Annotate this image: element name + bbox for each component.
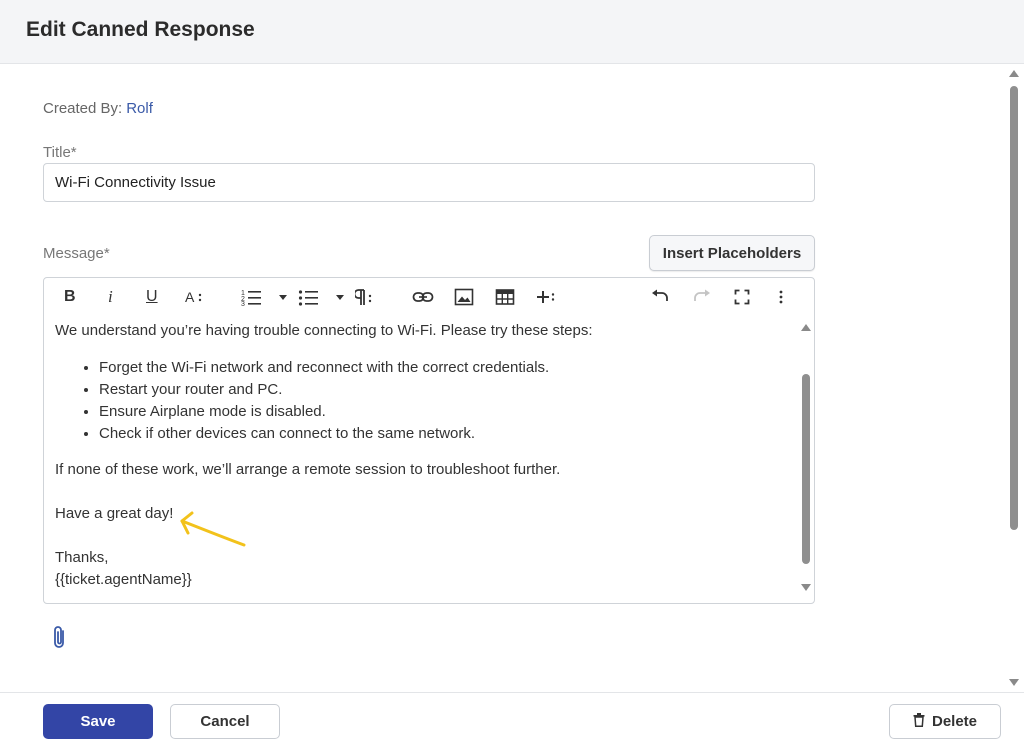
unordered-list-dropdown-icon[interactable] <box>336 295 344 300</box>
unordered-list-icon[interactable] <box>298 286 320 308</box>
list-item: Ensure Airplane mode is disabled. <box>99 401 795 423</box>
link-icon[interactable] <box>412 286 434 308</box>
ordered-list-icon[interactable]: 123 <box>241 286 263 308</box>
delete-button-label: Delete <box>931 713 978 730</box>
italic-icon[interactable]: i <box>108 286 113 308</box>
scroll-down-arrow[interactable] <box>1009 679 1019 686</box>
message-signoff: Thanks, <box>55 549 109 566</box>
paperclip-icon[interactable] <box>50 624 70 652</box>
svg-text:3: 3 <box>241 301 245 306</box>
page-title: Edit Canned Response <box>26 18 255 41</box>
scroll-thumb[interactable] <box>1010 86 1018 530</box>
title-label: Title* <box>43 144 77 161</box>
message-label: Message* <box>43 245 110 262</box>
annotation-arrow-icon <box>180 511 246 547</box>
more-options-icon[interactable] <box>778 286 784 308</box>
cancel-button[interactable]: Cancel <box>170 704 280 739</box>
editor-scroll-thumb[interactable] <box>802 374 810 564</box>
message-closing: Have a great day! <box>55 505 174 522</box>
insert-more-icon[interactable] <box>536 286 558 308</box>
font-size-icon[interactable]: A <box>185 286 205 308</box>
fullscreen-icon[interactable] <box>734 286 750 308</box>
undo-icon[interactable] <box>650 286 670 308</box>
dialog-header: Edit Canned Response <box>0 0 1024 64</box>
list-item: Forget the Wi-Fi network and reconnect w… <box>99 357 795 379</box>
insert-placeholders-button[interactable]: Insert Placeholders <box>649 235 815 271</box>
message-followup: If none of these work, we’ll arrange a r… <box>55 461 561 478</box>
created-by: Created By: Rolf <box>43 100 153 117</box>
title-input[interactable] <box>43 163 815 202</box>
dialog-footer <box>0 692 1024 747</box>
list-item: Check if other devices can connect to th… <box>99 423 795 445</box>
created-by-label: Created By: <box>43 100 123 117</box>
paragraph-format-icon[interactable] <box>355 286 377 308</box>
ordered-list-dropdown-icon[interactable] <box>279 295 287 300</box>
editor-content[interactable]: We understand you’re having trouble conn… <box>55 320 795 591</box>
image-icon[interactable] <box>454 286 474 308</box>
message-signature: {{ticket.agentName}} <box>55 571 192 588</box>
save-button[interactable]: Save <box>43 704 153 739</box>
underline-icon[interactable]: U <box>146 286 158 308</box>
page-scrollbar[interactable] <box>1002 64 1024 692</box>
scroll-up-arrow[interactable] <box>1009 70 1019 77</box>
list-item: Restart your router and PC. <box>99 379 795 401</box>
table-icon[interactable] <box>495 286 515 308</box>
svg-text:A: A <box>185 289 195 305</box>
steps-list: Forget the Wi-Fi network and reconnect w… <box>99 357 795 445</box>
trash-icon <box>913 712 925 731</box>
redo-icon[interactable] <box>692 286 712 308</box>
editor-scrollbar[interactable] <box>798 318 814 603</box>
editor-scroll-down-arrow[interactable] <box>801 584 811 591</box>
bold-icon[interactable]: B <box>64 286 76 308</box>
editor-toolbar: B i U A 123 <box>44 278 814 318</box>
message-intro: We understand you’re having trouble conn… <box>55 322 593 339</box>
editor-scroll-up-arrow[interactable] <box>801 324 811 331</box>
delete-button[interactable]: Delete <box>889 704 1001 739</box>
created-by-user[interactable]: Rolf <box>126 100 153 117</box>
message-editor[interactable]: B i U A 123 We understand you’re having … <box>43 277 815 604</box>
